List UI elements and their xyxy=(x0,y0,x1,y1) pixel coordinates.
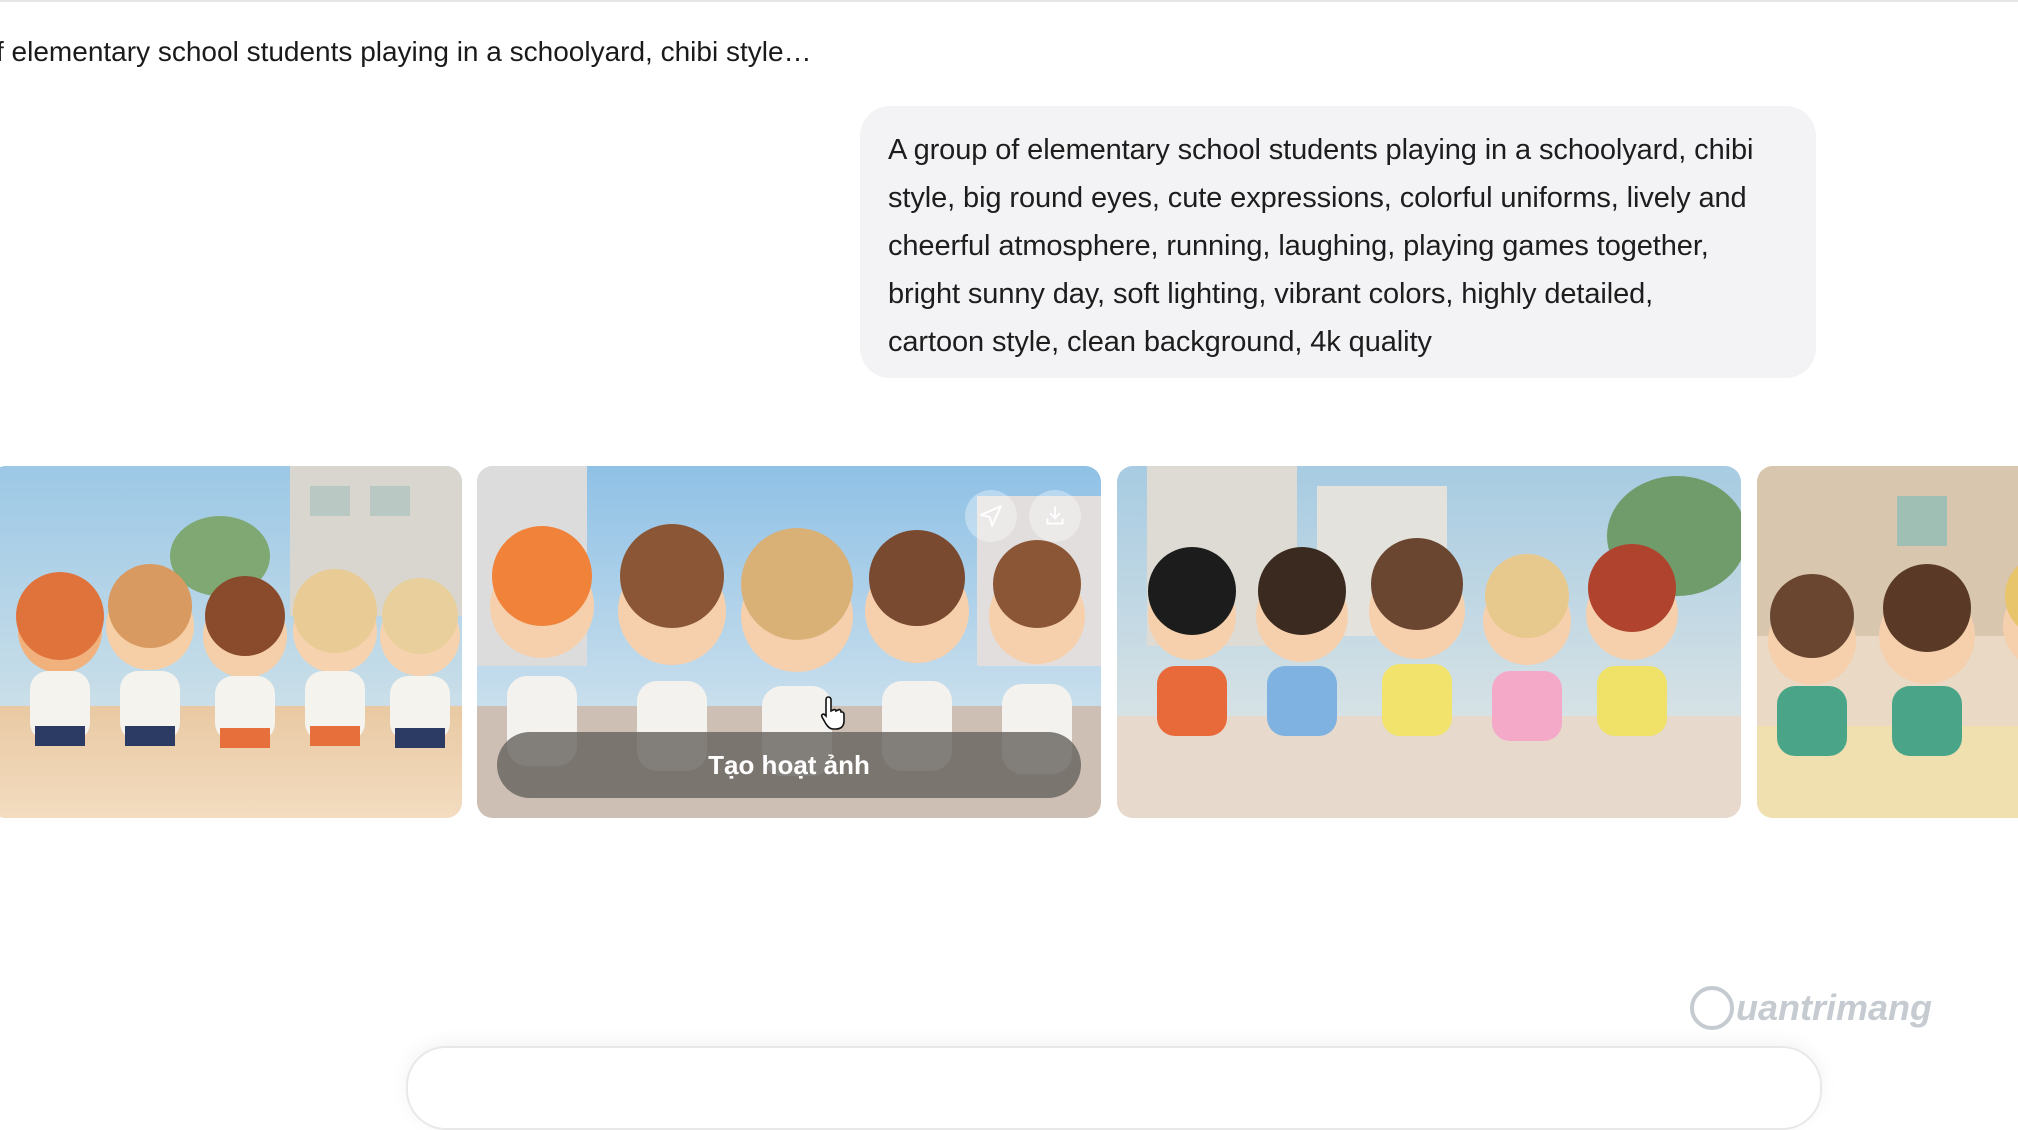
generated-images-gallery: Tạo hoạt ảnh xyxy=(0,466,2018,818)
share-button[interactable] xyxy=(965,490,1017,542)
prompt-line: cheerful atmosphere, running, laughing, … xyxy=(888,230,1709,262)
user-prompt-bubble: A group of elementary school students pl… xyxy=(860,106,1816,378)
watermark: uantrimang xyxy=(1690,980,1932,1036)
watermark-text: uantrimang xyxy=(1736,987,1933,1028)
download-button[interactable] xyxy=(1029,490,1081,542)
prompt-line: bright sunny day, soft lighting, vibrant… xyxy=(888,278,1654,310)
top-divider xyxy=(0,0,2018,2)
prompt-line: A group of elementary school students pl… xyxy=(888,134,1754,166)
create-animation-button[interactable]: Tạo hoạt ảnh xyxy=(497,732,1081,798)
generated-image-4[interactable] xyxy=(1757,466,2018,818)
generated-image-2[interactable]: Tạo hoạt ảnh xyxy=(477,466,1101,818)
share-icon xyxy=(980,505,1002,527)
generated-image-3[interactable] xyxy=(1117,466,1741,818)
prompt-line: cartoon style, clean background, 4k qual… xyxy=(888,326,1432,358)
prompt-line: style, big round eyes, cute expressions,… xyxy=(888,182,1747,214)
conversation-title: f elementary school students playing in … xyxy=(0,36,812,67)
generated-image-icon xyxy=(1757,466,2018,818)
generated-image-icon xyxy=(0,466,462,818)
pointer-cursor-icon xyxy=(820,696,845,730)
image-actions xyxy=(965,490,1081,542)
generated-image-1[interactable] xyxy=(0,466,462,818)
download-icon xyxy=(1046,506,1064,525)
generated-image-icon xyxy=(1117,466,1741,818)
watermark-logo-icon xyxy=(1690,986,1734,1030)
prompt-text: A group of elementary school students pl… xyxy=(888,126,1788,366)
message-composer[interactable] xyxy=(406,1046,1822,1130)
